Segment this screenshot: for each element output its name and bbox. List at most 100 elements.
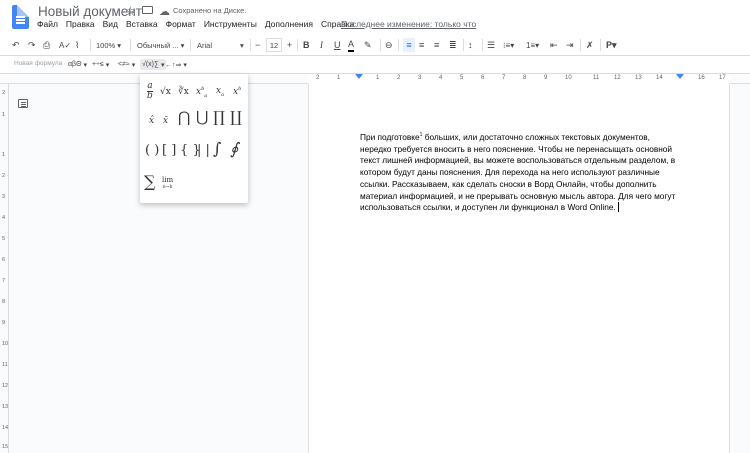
ruler-number: 12 xyxy=(614,75,621,81)
main-toolbar: ↶ ↷ ⎙ A✓ ⌇ 100% ▾ Обычный ... ▾ Arial ▾ −… xyxy=(0,34,750,56)
ruler-number: 4 xyxy=(439,75,443,81)
ruler-number: 9 xyxy=(544,75,548,81)
underline-button[interactable]: U xyxy=(334,38,341,52)
contour-integral-symbol[interactable]: ∮ xyxy=(230,139,238,158)
cube-root-symbol[interactable]: ∛x xyxy=(178,87,189,97)
clear-formatting-icon[interactable]: ✗ xyxy=(586,38,594,52)
menu-format[interactable]: Формат xyxy=(166,19,196,31)
superscript-subscript-symbol[interactable]: xba xyxy=(196,86,207,99)
link-icon[interactable]: ⊖ xyxy=(385,38,393,52)
ruler-number: 12 xyxy=(2,383,9,389)
right-indent-marker[interactable] xyxy=(676,74,684,79)
italic-button[interactable]: I xyxy=(320,38,323,52)
ruler-number: 3 xyxy=(2,194,6,200)
limit-symbol[interactable]: lim n→b xyxy=(162,177,173,191)
greek-letters-menu[interactable]: αβΘ ▾ xyxy=(68,59,87,70)
misc-operations-menu[interactable]: +÷≤ ▾ xyxy=(92,59,109,70)
big-union-symbol[interactable]: ⋃ xyxy=(196,108,208,126)
document-page[interactable]: При подготовке1 больших, или достаточно … xyxy=(308,84,730,453)
menu-addons[interactable]: Дополнения xyxy=(265,19,313,31)
print-icon[interactable]: ⎙ xyxy=(43,38,50,52)
ruler-number: 4 xyxy=(2,215,6,221)
increase-indent-icon[interactable]: ⇥ xyxy=(566,38,574,52)
coproduct-symbol[interactable]: ∐ xyxy=(230,108,242,126)
document-outline-icon[interactable] xyxy=(18,99,28,108)
product-symbol[interactable]: ∏ xyxy=(213,108,225,126)
redo-icon[interactable]: ↷ xyxy=(28,38,36,52)
absolute-value-symbol[interactable]: | | xyxy=(197,143,210,158)
align-center-icon[interactable]: ≡ xyxy=(419,38,424,52)
zoom-select[interactable]: 100% ▾ xyxy=(96,38,121,52)
last-edit-link[interactable]: Последнее изменение: только что xyxy=(341,19,476,29)
ruler-number: 15 xyxy=(2,444,9,450)
new-equation-button[interactable]: Новая формула xyxy=(14,60,62,67)
math-operators-menu[interactable]: √(x)∑ ▾ xyxy=(140,59,167,70)
ruler-number: 9 xyxy=(2,320,6,326)
menu-tools[interactable]: Инструменты xyxy=(204,19,257,31)
ruler-number: 2 xyxy=(2,173,6,179)
numbered-list-icon[interactable]: 1≡▾ xyxy=(526,38,539,52)
folder-icon[interactable] xyxy=(142,6,153,14)
ruler-number: 13 xyxy=(635,75,642,81)
title-bar: Новый документ ☆ ☁ Сохранено на Диске. Ф… xyxy=(0,0,750,34)
ruler-number: 2 xyxy=(2,90,6,96)
menu-edit[interactable]: Правка xyxy=(66,19,95,31)
ruler-number: 1 xyxy=(337,75,341,81)
brackets-symbol[interactable]: [ ] xyxy=(162,143,176,158)
ruler-number: 8 xyxy=(2,299,6,305)
subscript-symbol[interactable]: xa xyxy=(216,86,224,98)
ruler-number: 6 xyxy=(2,257,6,263)
font-select[interactable]: Arial ▾ xyxy=(197,38,244,52)
menu-insert[interactable]: Вставка xyxy=(126,19,158,31)
style-select[interactable]: Обычный ... ▾ xyxy=(137,38,184,52)
hat-symbol[interactable]: x̂ xyxy=(149,116,154,126)
superscript-symbol[interactable]: xb xyxy=(233,86,241,97)
ruler-number: 7 xyxy=(502,75,506,81)
line-spacing-icon[interactable]: ↕ xyxy=(468,38,473,52)
ruler-number: 10 xyxy=(2,341,9,347)
menu-file[interactable]: Файл xyxy=(37,19,58,31)
input-tools-button[interactable]: Р ▾ xyxy=(606,38,617,52)
docs-logo-icon[interactable] xyxy=(12,5,29,29)
saved-status: Сохранено на Диске. xyxy=(173,6,247,15)
vertical-ruler[interactable]: 2 1 1 2 3 4 5 6 7 8 9 10 11 12 13 14 15 xyxy=(0,84,9,453)
parentheses-symbol[interactable]: ( ) xyxy=(145,143,159,158)
summation-symbol[interactable]: ∑ xyxy=(144,172,155,191)
big-intersection-symbol[interactable]: ⋂ xyxy=(178,108,190,126)
decrease-indent-icon[interactable]: ⇤ xyxy=(550,38,558,52)
menu-bar: Файл Правка Вид Вставка Формат Инструмен… xyxy=(37,19,354,31)
decrease-font-size-button[interactable]: − xyxy=(255,38,260,52)
square-root-symbol[interactable]: √x xyxy=(160,87,171,97)
align-left-icon[interactable]: ≡ xyxy=(403,38,415,52)
ruler-number: 1 xyxy=(376,75,380,81)
spellcheck-icon[interactable]: A✓ xyxy=(59,38,71,52)
ruler-number: 17 xyxy=(719,75,726,81)
star-icon[interactable]: ☆ xyxy=(125,4,136,18)
ruler-number: 11 xyxy=(2,362,8,368)
ruler-number: 2 xyxy=(397,75,401,81)
undo-icon[interactable]: ↶ xyxy=(12,38,20,52)
relations-menu[interactable]: <≠≈ ▾ xyxy=(118,59,135,70)
ruler-number: 6 xyxy=(481,75,485,81)
ruler-number: 13 xyxy=(2,404,9,410)
align-justify-icon[interactable]: ≣ xyxy=(449,38,457,52)
left-indent-marker[interactable] xyxy=(355,74,363,79)
text-color-button[interactable]: A xyxy=(348,38,355,52)
align-right-icon[interactable]: ≡ xyxy=(434,38,439,52)
ruler-number: 11 xyxy=(593,75,600,81)
checklist-icon[interactable]: ☰ xyxy=(487,38,495,52)
bold-button[interactable]: B xyxy=(303,38,310,52)
paint-format-icon[interactable]: ⌇ xyxy=(75,38,79,52)
bar-symbol[interactable]: x̄ xyxy=(163,116,168,126)
horizontal-ruler[interactable]: 2 1 1 2 3 4 5 6 7 8 9 10 11 12 13 14 16 … xyxy=(0,74,750,84)
document-body[interactable]: При подготовке1 больших, или достаточно … xyxy=(360,132,678,214)
fraction-symbol[interactable]: ab xyxy=(147,82,153,101)
menu-view[interactable]: Вид xyxy=(103,19,118,31)
integral-symbol[interactable]: ∫ xyxy=(213,139,221,158)
increase-font-size-button[interactable]: + xyxy=(287,38,292,52)
bulleted-list-icon[interactable]: ⁝≡▾ xyxy=(503,38,514,52)
arrows-menu[interactable]: ←↑⇒ ▾ xyxy=(165,59,187,70)
highlight-icon[interactable]: ✎ xyxy=(364,38,372,52)
math-operations-panel: ab √x ∛x xba xa xb x̂ x̄ ⋂ ⋃ ∏ ∐ ( ) [ ]… xyxy=(140,74,248,203)
font-size-input[interactable]: 12 xyxy=(266,38,282,52)
